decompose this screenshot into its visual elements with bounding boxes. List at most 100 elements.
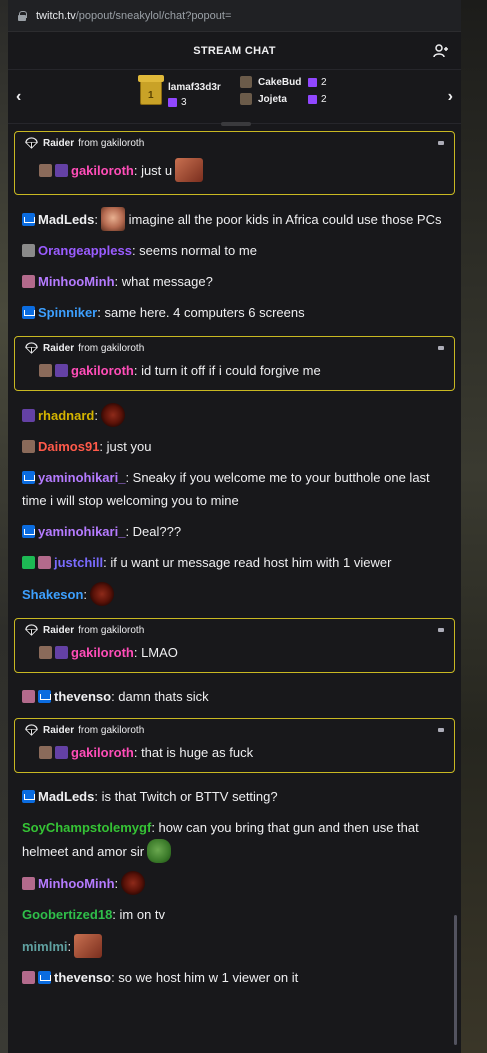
chat-username[interactable]: MadLeds [38, 212, 94, 227]
raid-title: Raider [43, 342, 75, 354]
emote-icon [175, 158, 204, 182]
chat-username[interactable]: Goobertized18 [22, 907, 112, 922]
users-icon[interactable] [433, 43, 449, 59]
subscriber-badge-icon [55, 746, 68, 759]
parachute-icon [25, 623, 38, 636]
avatar-badge [22, 440, 35, 453]
chat-line: MadLeds: imagine all the poor kids in Af… [8, 203, 461, 235]
chat-username[interactable]: thevenso [54, 689, 111, 704]
gifter-name-2: CakeBud [258, 77, 302, 88]
address-bar[interactable]: twitch.tv/popout/sneakylol/chat?popout= [8, 0, 461, 32]
url-path: /popout/sneakylol/chat?popout= [75, 9, 232, 22]
more-icon[interactable] [438, 728, 444, 732]
chat-username[interactable]: MinhooMinh [38, 876, 115, 891]
chat-username[interactable]: MinhooMinh [38, 274, 115, 289]
chat-line: yaminohikari_: Sneaky if you welcome me … [8, 462, 461, 516]
background-right [461, 0, 487, 1053]
chat-title: STREAM CHAT [193, 44, 276, 57]
gift-sub-icon [308, 94, 317, 104]
chat-text: : im on tv [112, 907, 166, 922]
scrollbar[interactable] [454, 915, 457, 1045]
chat-username[interactable]: gakiloroth [71, 163, 134, 178]
chat-username[interactable]: SoyChampstolemygf [22, 820, 151, 835]
chat-username[interactable]: Shakeson [22, 587, 83, 602]
chat-line: MadLeds: is that Twitch or BTTV setting? [8, 781, 461, 812]
chat-line: thevenso: damn thats sick [8, 681, 461, 712]
more-icon[interactable] [438, 346, 444, 350]
avatar-badge [39, 746, 52, 759]
avatar-badge [38, 556, 51, 569]
chat-line: justchill: if u want ur message read hos… [8, 547, 461, 578]
emote-icon [121, 871, 146, 895]
avatar-badge [39, 364, 52, 377]
raid-body: gakiloroth: id turn it off if i could fo… [15, 359, 454, 390]
chat-text: : LMAO [133, 645, 178, 660]
parachute-icon [25, 341, 38, 354]
avatar [240, 93, 252, 105]
chat-username[interactable]: thevenso [54, 970, 111, 985]
chat-username[interactable]: Daimos91 [38, 439, 99, 454]
more-icon[interactable] [438, 628, 444, 632]
chat-username[interactable]: mimlmi [22, 939, 68, 954]
prime-crown-icon [38, 971, 51, 984]
gift-sub-icon [308, 77, 317, 87]
chat-text: imagine all the poor kids in Africa coul… [128, 212, 442, 227]
chat-line: Shakeson: [8, 578, 461, 610]
more-icon[interactable] [438, 141, 444, 145]
prime-crown-icon [22, 525, 35, 538]
chat-username[interactable]: justchill [54, 555, 103, 570]
chat-username[interactable]: rhadnard [38, 408, 94, 423]
gift-sub-icon [168, 97, 177, 107]
raid-body: gakiloroth: LMAO [15, 641, 454, 672]
chat-line: yaminohikari_: Deal??? [8, 516, 461, 547]
chat-text: : id turn it off if i could forgive me [133, 363, 321, 378]
emote-icon [100, 403, 125, 427]
chat-username[interactable]: gakiloroth [71, 645, 134, 660]
chat-line: thevenso: so we host him w 1 viewer on i… [8, 962, 461, 993]
chat-window: twitch.tv/popout/sneakylol/chat?popout= … [8, 0, 461, 1053]
chat-text: : what message? [114, 274, 213, 289]
badge-icon [22, 409, 35, 422]
chat-username[interactable]: Spinniker [38, 305, 97, 320]
chat-text: : is that Twitch or BTTV setting? [94, 789, 278, 804]
chat-username[interactable]: gakiloroth [71, 745, 134, 760]
chat-text: : damn thats sick [111, 689, 209, 704]
chat-header: STREAM CHAT [8, 32, 461, 70]
chat-text: : Deal??? [125, 524, 182, 539]
chat-line: MinhooMinh: [8, 867, 461, 899]
prime-crown-icon [22, 471, 35, 484]
chat-line: rhadnard: [8, 399, 461, 431]
prime-crown-icon [22, 306, 35, 319]
url-domain: twitch.tv [36, 9, 76, 22]
chat-text: : seems normal to me [131, 243, 257, 258]
chat-line: SoyChampstolemygf: how can you bring tha… [8, 812, 461, 867]
avatar-badge [22, 877, 35, 890]
chat-username[interactable]: yaminohikari_ [38, 524, 125, 539]
chat-username[interactable]: yaminohikari_ [38, 470, 125, 485]
gift-leaderboard: ‹ lamaf33d3r 3 CakeBud 2 Jojeta 2 › [8, 70, 461, 126]
raid-title: Raider [43, 724, 75, 736]
badge-icon [22, 244, 35, 257]
raid-header: Raider from gakiloroth [15, 619, 454, 641]
raid-message: Raider from gakiloroth gakiloroth: LMAO [14, 618, 455, 673]
gifter-count-2: 2 [308, 77, 327, 88]
avatar-badge [22, 275, 35, 288]
chat-messages: Raider from gakiloroth gakiloroth: just u… [8, 125, 461, 993]
chevron-left-icon[interactable]: ‹ [16, 88, 21, 106]
raid-body: gakiloroth: just u [15, 154, 454, 194]
parachute-icon [25, 136, 38, 149]
raid-header: Raider from gakiloroth [15, 132, 454, 154]
chat-username[interactable]: Orangeappless [38, 243, 132, 258]
gifter-name-1: lamaf33d3r [168, 82, 221, 93]
raid-message: Raider from gakiloroth gakiloroth: id tur… [14, 336, 455, 391]
chevron-right-icon[interactable]: › [448, 88, 453, 106]
chat-username[interactable]: MadLeds [38, 789, 94, 804]
avatar-badge [39, 163, 52, 177]
chat-line: Spinniker: same here. 4 computers 6 scre… [8, 297, 461, 328]
chat-username[interactable]: gakiloroth [71, 363, 134, 378]
emote-icon [147, 839, 172, 863]
raid-title: Raider [43, 624, 75, 636]
raid-title: Raider [43, 137, 75, 149]
chat-text: : [83, 587, 88, 602]
chat-text: : same here. 4 computers 6 screens [97, 305, 305, 320]
